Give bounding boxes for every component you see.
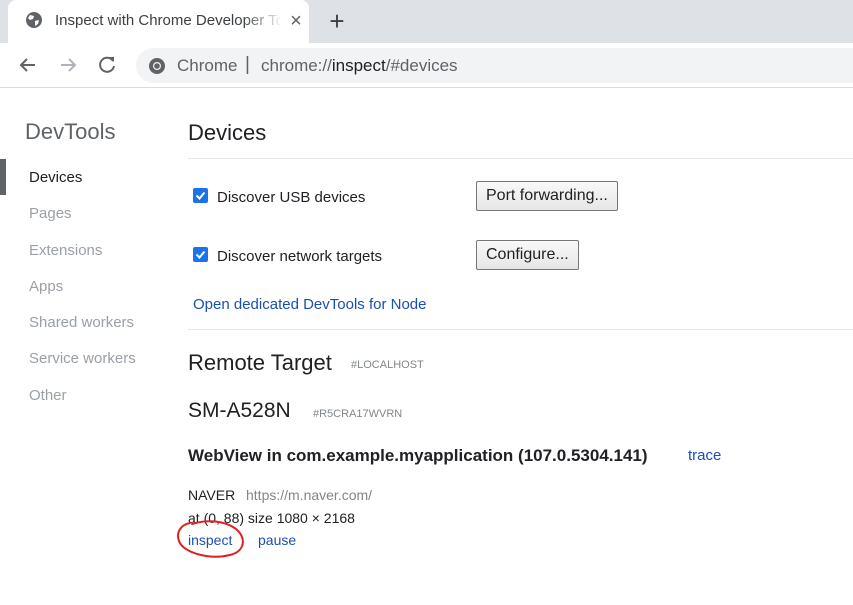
address-bar[interactable]: Chrome | chrome://inspect/#devices — [136, 48, 853, 83]
divider — [188, 158, 853, 159]
sidebar-item-shared-workers[interactable]: Shared workers — [29, 314, 134, 331]
usb-label: Discover USB devices — [217, 189, 366, 206]
webview-title: WebView in com.example.myapplication (10… — [188, 446, 648, 465]
network-label: Discover network targets — [217, 248, 383, 265]
devices-panel: Devices Discover USB devices Port forwar… — [188, 89, 853, 605]
target-page-url: https://m.naver.com/ — [246, 487, 373, 503]
sidebar-item-extensions[interactable]: Extensions — [29, 242, 102, 259]
sidebar-item-pages[interactable]: Pages — [29, 205, 72, 222]
sidebar-item-apps[interactable]: Apps — [29, 278, 63, 295]
omnibox-separator: | — [245, 54, 250, 75]
url-text: chrome://inspect/#devices — [261, 56, 458, 76]
annotation-circle — [177, 520, 244, 558]
configure-button[interactable]: Configure... — [476, 240, 579, 270]
sidebar-item-other[interactable]: Other — [29, 387, 67, 404]
checkmark-icon — [195, 250, 206, 259]
tab-title-fade — [243, 8, 283, 34]
usb-checkbox[interactable] — [193, 188, 208, 203]
browser-toolbar: Chrome | chrome://inspect/#devices — [0, 43, 853, 88]
back-arrow-icon[interactable] — [15, 52, 41, 78]
chrome-icon — [149, 58, 165, 74]
forward-arrow-icon[interactable] — [55, 52, 81, 78]
sidebar-item-service-workers[interactable]: Service workers — [29, 350, 136, 367]
remote-target-title: Remote Target — [188, 350, 332, 375]
divider — [188, 329, 853, 330]
page-title: Devices — [188, 120, 267, 145]
network-checkbox[interactable] — [193, 247, 208, 262]
trace-link[interactable]: trace — [688, 447, 721, 464]
tab-strip: Inspect with Chrome Developer Tools × + — [0, 0, 853, 43]
selected-item-marker — [0, 159, 6, 195]
port-forwarding-button[interactable]: Port forwarding... — [476, 181, 618, 211]
sidebar: DevTools Devices Pages Extensions Apps S… — [0, 89, 175, 605]
target-page-name: NAVER — [188, 487, 236, 503]
checkmark-icon — [195, 191, 206, 200]
globe-icon — [26, 12, 42, 28]
url-path: /#devices — [385, 56, 458, 75]
sidebar-title: DevTools — [25, 119, 116, 144]
pause-link[interactable]: pause — [258, 532, 296, 548]
remote-target-tag: #LOCALHOST — [351, 359, 424, 371]
site-label: Chrome — [177, 56, 238, 75]
node-devtools-link[interactable]: Open dedicated DevTools for Node — [193, 296, 426, 313]
reload-icon[interactable] — [94, 52, 120, 78]
close-icon[interactable]: × — [287, 11, 305, 31]
url-host: inspect — [331, 56, 386, 75]
device-serial: #R5CRA17WVRN — [313, 408, 403, 420]
url-scheme: chrome:// — [261, 56, 332, 75]
new-tab-button[interactable]: + — [326, 8, 348, 34]
sidebar-item-devices[interactable]: Devices — [29, 169, 82, 186]
device-name: SM-A528N — [188, 399, 291, 422]
browser-tab[interactable]: Inspect with Chrome Developer Tools × — [8, 0, 309, 43]
